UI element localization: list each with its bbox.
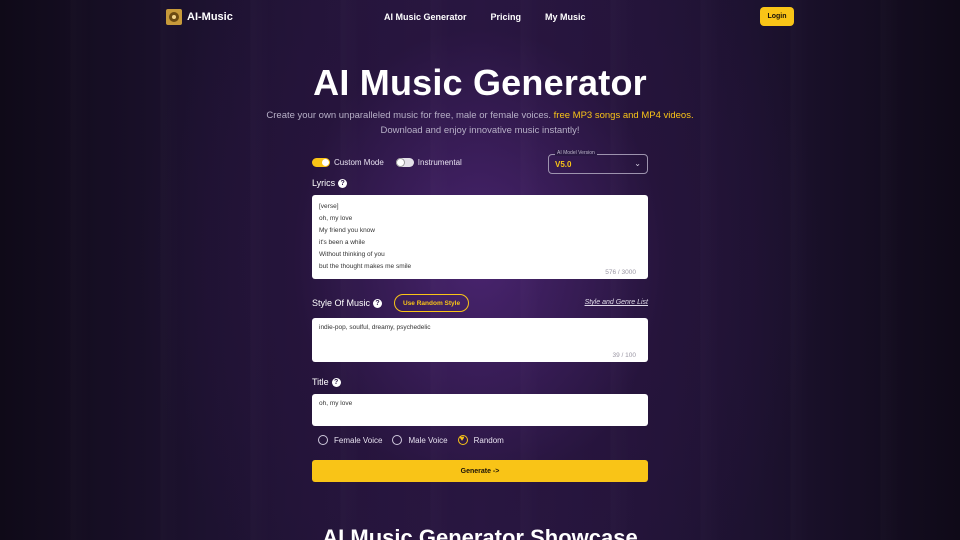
nav-link-my-music[interactable]: My Music: [545, 12, 586, 22]
instrumental-label: Instrumental: [417, 158, 462, 167]
random-voice-label: Random: [473, 435, 504, 445]
nav-link-ai-music-generator[interactable]: AI Music Generator: [384, 12, 467, 22]
random-voice-radio[interactable]: [457, 434, 468, 445]
help-icon[interactable]: ?: [331, 377, 341, 387]
generate-button[interactable]: Generate ->: [312, 460, 648, 482]
logo-icon: [166, 9, 182, 25]
logo[interactable]: AI-Music: [166, 9, 233, 25]
style-counter: 39 / 100: [612, 352, 637, 359]
lyrics-label: Lyrics: [312, 178, 336, 188]
chevron-down-icon: ⌄: [634, 159, 641, 168]
hero-subtitle: Create your own unparalleled music for f…: [0, 108, 960, 138]
logo-text: AI-Music: [187, 11, 233, 23]
mode-toggles: Custom Mode Instrumental: [312, 158, 474, 167]
lyrics-line: but the thought makes me smile: [319, 263, 412, 270]
toggle-knob: [322, 159, 329, 166]
page-title: AI Music Generator: [313, 62, 647, 103]
nav-link-pricing[interactable]: Pricing: [491, 12, 522, 22]
page: AI-Music AI Music Generator Pricing My M…: [0, 0, 960, 540]
title-label-row: Title ?: [312, 377, 341, 387]
login-button[interactable]: Login: [760, 7, 794, 26]
title-label: Title: [312, 377, 329, 387]
hero-subtitle-highlight: free MP3 songs and MP4 videos.: [553, 110, 694, 121]
hero-subtitle-text: Create your own unparalleled music for f…: [266, 110, 554, 121]
lyrics-line: Without thinking of you: [319, 251, 385, 258]
lyrics-input[interactable]: [verse] oh, my love My friend you know i…: [312, 195, 648, 279]
lyrics-line: [verse]: [319, 203, 339, 210]
style-value: indie-pop, soulful, dreamy, psychedelic: [319, 324, 431, 331]
model-version-select[interactable]: AI Model Version V5.0 ⌄: [548, 150, 648, 174]
lyrics-line: it's been a while: [319, 239, 366, 246]
lyrics-line: My friend you know: [319, 227, 375, 234]
help-icon[interactable]: ?: [338, 178, 348, 188]
female-voice-radio[interactable]: [318, 435, 328, 445]
style-input[interactable]: indie-pop, soulful, dreamy, psychedelic …: [312, 318, 648, 362]
model-version-value: V5.0: [555, 160, 572, 169]
nav-links: AI Music Generator Pricing My Music: [384, 12, 586, 22]
title-input[interactable]: oh, my love: [312, 394, 648, 426]
use-random-style-button[interactable]: Use Random Style: [394, 294, 470, 312]
hero-subtitle-text-2: Download and enjoy innovative music inst…: [380, 125, 580, 136]
help-icon[interactable]: ?: [373, 298, 383, 308]
instrumental-toggle[interactable]: [395, 158, 414, 167]
voice-options: Female Voice Male Voice Random: [318, 434, 514, 445]
lyrics-text: [verse] oh, my love My friend you know i…: [319, 201, 641, 273]
toggle-knob: [396, 159, 404, 166]
female-voice-label: Female Voice: [334, 435, 383, 445]
title-value: oh, my love: [319, 400, 353, 407]
top-nav: AI-Music AI Music Generator Pricing My M…: [0, 0, 960, 34]
male-voice-radio[interactable]: [392, 435, 403, 445]
style-label: Style Of Music: [312, 298, 371, 308]
model-version-legend: AI Model Version: [555, 150, 597, 156]
lyrics-label-row: Lyrics ?: [312, 178, 348, 188]
lyrics-line: oh, my love: [319, 215, 353, 222]
lyrics-counter: 576 / 3000: [605, 269, 636, 276]
custom-mode-toggle[interactable]: [312, 158, 330, 167]
showcase-heading: AI Music Generator Showcase: [322, 525, 638, 540]
style-label-row: Style Of Music ?: [312, 298, 383, 308]
style-genre-list-link[interactable]: Style and Genre List: [585, 299, 648, 306]
male-voice-label: Male Voice: [408, 435, 448, 445]
custom-mode-label: Custom Mode: [334, 158, 384, 167]
